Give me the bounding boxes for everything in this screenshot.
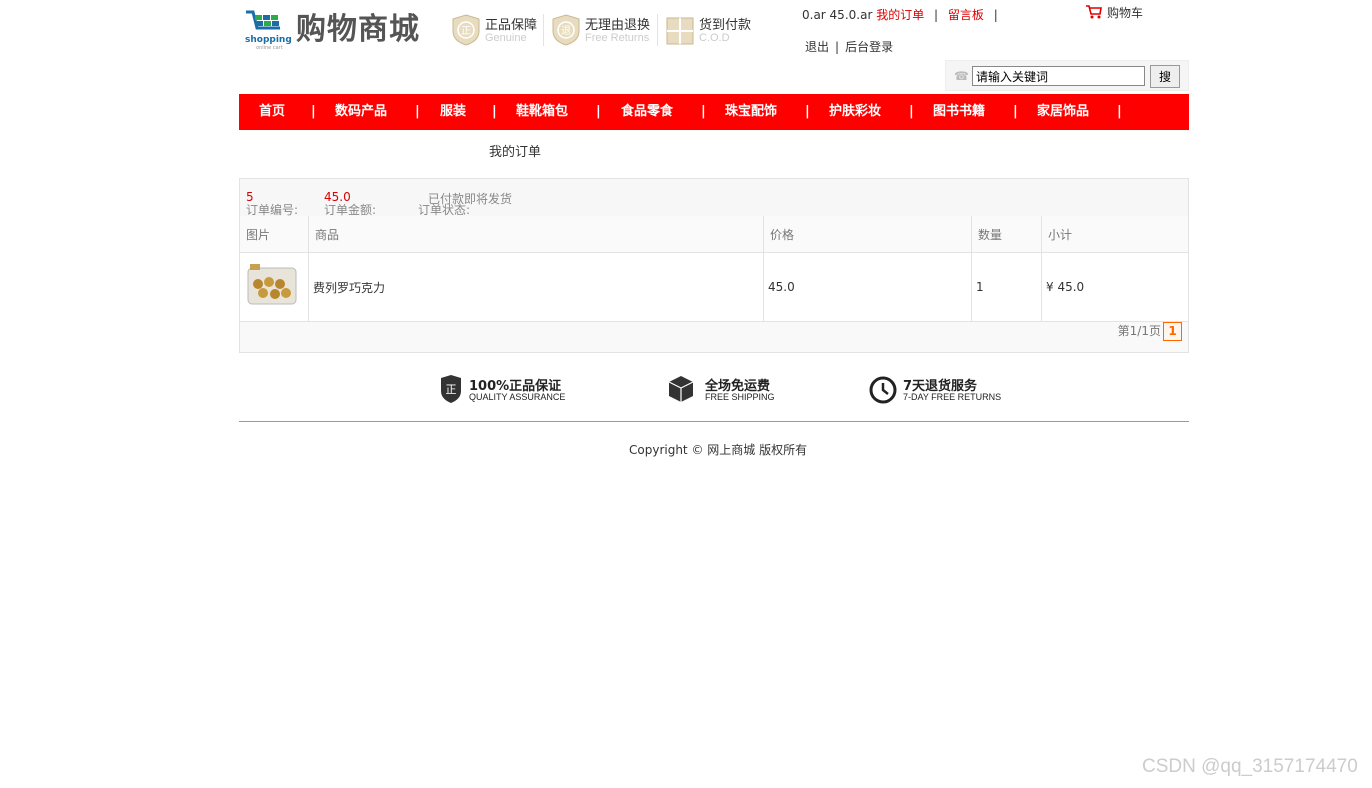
shopping-cart-icon bbox=[1086, 5, 1102, 19]
order-summary: 订单编号: 5 订单金额: 45.0 订单状态: 已付款即将发货 bbox=[240, 179, 1188, 217]
returns-badge-icon: 退 bbox=[552, 14, 580, 46]
nav-item-clothing[interactable]: 服装 bbox=[440, 94, 466, 130]
nav-item-shoes-bags[interactable]: 鞋靴箱包 bbox=[516, 94, 568, 130]
pagination: 第1/1页 1 bbox=[1118, 322, 1182, 341]
cod-gift-icon bbox=[666, 17, 694, 45]
logo-shopping-text: shopping bbox=[245, 35, 292, 45]
nav-item-home-decor[interactable]: 家居饰品 bbox=[1037, 94, 1089, 130]
search-input[interactable] bbox=[972, 66, 1145, 86]
logo-sub-text: online cart bbox=[256, 45, 283, 51]
order-items-table: 图片 商品 价格 数量 小计 费列罗巧克力 45.0 1 ¥ 45.0 bbox=[240, 216, 1188, 322]
product-subtotal: ¥ 45.0 bbox=[1041, 252, 1188, 322]
user-info: 0.ar 45.0.ar bbox=[802, 8, 873, 22]
nav-item-home[interactable]: 首页 bbox=[259, 94, 285, 130]
cart-link[interactable]: 购物车 bbox=[1085, 4, 1143, 21]
order-number: 订单编号: 5 bbox=[246, 190, 299, 217]
page-info: 第1/1页 bbox=[1117, 324, 1161, 338]
order-panel: 订单编号: 5 订单金额: 45.0 订单状态: 已付款即将发货 图片 商品 价格 数… bbox=[239, 178, 1189, 353]
product-quantity: 1 bbox=[971, 252, 1042, 322]
shield-icon: 正 bbox=[441, 375, 461, 403]
order-amount: 订单金额: 45.0 bbox=[324, 190, 377, 217]
order-status: 订单状态: 已付款即将发货 bbox=[418, 192, 513, 217]
svg-text:正: 正 bbox=[446, 383, 457, 396]
main-nav: 首页 | 数码产品 | 服装 | 鞋靴箱包 | 食品零食 | 珠宝配饰 | 护肤… bbox=[239, 94, 1189, 130]
promo-sub: Free Returns bbox=[585, 32, 650, 44]
cart-logo-icon bbox=[246, 10, 280, 30]
footer-divider bbox=[239, 421, 1189, 422]
admin-login-link[interactable]: 后台登录 bbox=[845, 40, 893, 54]
promo-divider bbox=[657, 14, 658, 46]
col-price: 价格 bbox=[763, 216, 972, 253]
promo-title: 无理由退换 bbox=[585, 18, 651, 33]
promo-title: 正品保障 bbox=[485, 18, 538, 33]
col-subtotal: 小计 bbox=[1041, 216, 1188, 253]
nav-item-digital[interactable]: 数码产品 bbox=[335, 94, 387, 130]
col-product: 商品 bbox=[308, 216, 764, 253]
site-logo[interactable]: shopping online cart 购物商城 bbox=[244, 8, 424, 52]
col-image: 图片 bbox=[240, 216, 309, 253]
brand-name: 购物商城 bbox=[296, 12, 420, 47]
guarantee-sub: QUALITY ASSURANCE bbox=[469, 392, 566, 402]
promo-sub: C.O.D bbox=[699, 32, 730, 44]
account-links: 退出 | 后台登录 bbox=[805, 40, 894, 54]
logout-link[interactable]: 退出 bbox=[805, 40, 829, 54]
copyright-text: Copyright © 网上商城 版权所有 bbox=[629, 443, 808, 457]
svg-text:退: 退 bbox=[561, 25, 571, 37]
promo-divider bbox=[543, 14, 544, 46]
cart-label: 购物车 bbox=[1107, 6, 1144, 20]
nav-item-jewelry[interactable]: 珠宝配饰 bbox=[725, 94, 777, 130]
product-image[interactable] bbox=[244, 260, 300, 312]
promo-sub: Genuine bbox=[485, 32, 527, 44]
my-orders-link[interactable]: 我的订单 bbox=[876, 8, 924, 22]
product-price: 45.0 bbox=[763, 252, 972, 322]
product-image-cell bbox=[240, 252, 309, 322]
page-title: 我的订单 bbox=[489, 145, 542, 160]
svg-text:正: 正 bbox=[461, 26, 471, 37]
guarantee-sub: 7-DAY FREE RETURNS bbox=[903, 392, 1002, 402]
search-button[interactable]: 搜 bbox=[1150, 65, 1180, 88]
promo-title: 货到付款 bbox=[699, 18, 752, 33]
product-name[interactable]: 费列罗巧克力 bbox=[308, 252, 764, 322]
search-box: ☎ 搜 bbox=[945, 60, 1189, 91]
genuine-badge-icon: 正 bbox=[452, 14, 480, 46]
top-user-links: 0.ar 45.0.ar 我的订单 | 留言板 | bbox=[802, 8, 998, 22]
watermark: CSDN @qq_3157174470 bbox=[1142, 756, 1358, 777]
message-board-link[interactable]: 留言板 bbox=[948, 8, 984, 22]
nav-item-food[interactable]: 食品零食 bbox=[621, 94, 673, 130]
box-icon bbox=[668, 376, 694, 402]
current-page-button[interactable]: 1 bbox=[1163, 322, 1182, 341]
phone-icon: ☎ bbox=[954, 69, 969, 83]
col-quantity: 数量 bbox=[971, 216, 1042, 253]
nav-item-books[interactable]: 图书书籍 bbox=[933, 94, 985, 130]
guarantee-sub: FREE SHIPPING bbox=[705, 392, 775, 402]
clock-icon bbox=[869, 376, 897, 404]
table-row: 费列罗巧克力 45.0 1 ¥ 45.0 bbox=[240, 252, 1188, 322]
nav-item-cosmetics[interactable]: 护肤彩妆 bbox=[829, 94, 881, 130]
